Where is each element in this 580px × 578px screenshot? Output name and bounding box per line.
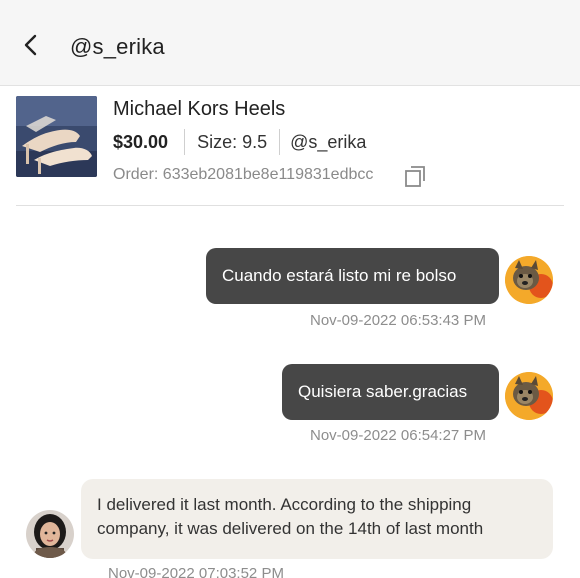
message-timestamp: Nov-09-2022 06:53:43 PM: [310, 312, 486, 329]
woman-avatar-image: [26, 510, 74, 558]
product-title[interactable]: Michael Kors Heels: [113, 98, 285, 121]
avatar[interactable]: [26, 510, 74, 558]
heels-product-image: [16, 96, 97, 177]
back-button[interactable]: [20, 30, 44, 60]
header-title: @s_erika: [70, 34, 165, 59]
incoming-message-bubble[interactable]: I delivered it last month. According to …: [81, 479, 553, 559]
order-id: Order: 633eb2081be8e119831edbcc: [113, 166, 374, 183]
message-timestamp: Nov-09-2022 07:03:52 PM: [108, 565, 284, 578]
product-summary[interactable]: Michael Kors Heels $30.00 Size: 9.5 @s_e…: [16, 96, 564, 206]
product-price: $30.00: [113, 131, 169, 152]
message-text: Cuando estará listo mi re bolso: [222, 266, 457, 285]
outgoing-message-bubble[interactable]: Quisiera saber.gracias: [282, 364, 499, 420]
avatar[interactable]: [505, 256, 553, 304]
chat-header: @s_erika: [0, 0, 580, 86]
product-meta: $30.00 Size: 9.5 @s_erika: [113, 129, 366, 155]
message-timestamp: Nov-09-2022 06:54:27 PM: [310, 427, 486, 444]
product-thumbnail[interactable]: [16, 96, 97, 177]
copy-order-button[interactable]: [404, 164, 428, 188]
meta-divider: [279, 129, 281, 155]
dog-avatar-image: [505, 256, 553, 304]
copy-icon: [405, 166, 425, 187]
message-text: Quisiera saber.gracias: [298, 382, 468, 401]
chevron-left-icon: [24, 34, 37, 56]
avatar[interactable]: [505, 372, 553, 420]
product-seller[interactable]: @s_erika: [290, 132, 366, 153]
dog-avatar-image: [505, 372, 553, 420]
message-text: I delivered it last month. According to …: [97, 495, 484, 538]
outgoing-message-bubble[interactable]: Cuando estará listo mi re bolso: [206, 248, 499, 304]
product-size: Size: 9.5: [197, 131, 268, 152]
meta-divider: [184, 129, 186, 155]
